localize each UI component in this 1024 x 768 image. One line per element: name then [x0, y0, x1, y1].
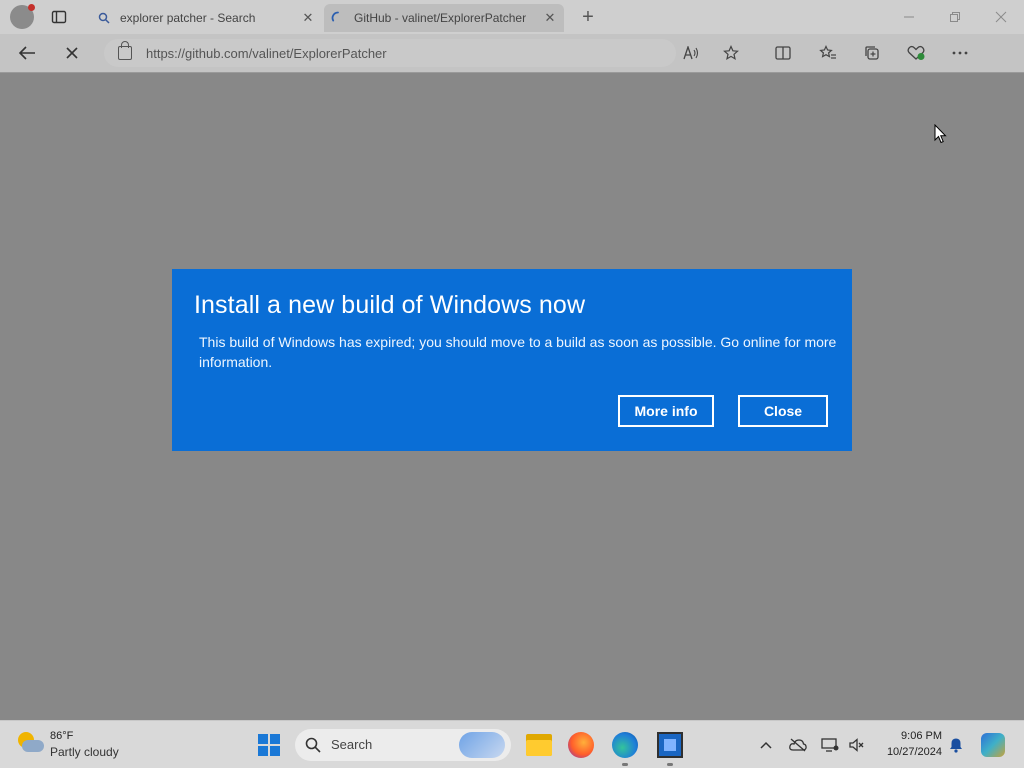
close-button[interactable]: Close	[738, 395, 828, 427]
new-tab-icon[interactable]: +	[578, 6, 598, 28]
stop-loading-icon[interactable]	[61, 43, 83, 63]
favorite-star-icon[interactable]	[721, 43, 741, 63]
search-icon	[305, 737, 321, 753]
tab-github[interactable]: GitHub - valinet/ExplorerPatcher ✕	[324, 4, 564, 32]
taskbar: 86°F Partly cloudy Search 9:06 PM 10/27/…	[0, 720, 1024, 768]
show-hidden-icons-chevron-icon[interactable]	[756, 735, 776, 755]
running-indicator	[667, 763, 673, 766]
more-options-icon[interactable]	[950, 43, 970, 63]
taskbar-search-box[interactable]: Search	[295, 729, 511, 761]
lock-icon[interactable]	[118, 41, 132, 60]
search-highlight-icon	[459, 732, 505, 758]
browser-titlebar: explorer patcher - Search ✕ GitHub - val…	[0, 0, 1024, 34]
close-tab-icon[interactable]: ✕	[542, 10, 558, 26]
minimize-icon[interactable]	[898, 6, 920, 28]
dialog-title: Install a new build of Windows now	[194, 291, 586, 319]
running-indicator	[622, 763, 628, 766]
more-info-button[interactable]: More info	[618, 395, 714, 427]
weather-partly-cloudy-icon[interactable]	[16, 730, 44, 758]
active-app-icon[interactable]	[657, 732, 683, 758]
copilot-icon[interactable]	[981, 733, 1005, 757]
cloud-sync-off-icon[interactable]	[788, 735, 808, 755]
search-icon	[96, 10, 112, 26]
taskbar-search-label: Search	[331, 737, 373, 752]
dialog-message: This build of Windows has expired; you s…	[199, 334, 837, 370]
restore-icon[interactable]	[944, 6, 966, 28]
tab-label: GitHub - valinet/ExplorerPatcher	[354, 11, 526, 25]
divider	[0, 72, 1024, 73]
weather-description[interactable]: Partly cloudy	[50, 745, 119, 759]
firefox-icon[interactable]	[568, 732, 594, 758]
windows-expired-dialog: Install a new build of Windows now This …	[172, 269, 852, 451]
back-arrow-icon[interactable]	[16, 43, 38, 63]
tab-label: explorer patcher - Search	[120, 11, 256, 25]
volume-muted-icon[interactable]	[847, 735, 867, 755]
collections-icon[interactable]	[862, 43, 882, 63]
split-screen-icon[interactable]	[773, 43, 793, 63]
tab-actions-icon[interactable]	[50, 8, 68, 26]
address-bar[interactable]: https://github.com/valinet/ExplorerPatch…	[104, 39, 676, 67]
tab-search[interactable]: explorer patcher - Search ✕	[90, 4, 322, 32]
display-icon[interactable]	[820, 735, 840, 755]
clock-time[interactable]: 9:06 PM	[898, 730, 942, 742]
notification-bell-icon[interactable]	[946, 735, 966, 755]
read-aloud-icon[interactable]	[681, 43, 701, 63]
loading-spinner-icon	[330, 10, 346, 26]
browser-essentials-icon[interactable]	[906, 43, 926, 63]
weather-temperature[interactable]: 86°F	[50, 730, 73, 742]
close-tab-icon[interactable]: ✕	[300, 10, 316, 26]
mouse-cursor-icon	[934, 123, 948, 144]
favorites-icon[interactable]	[818, 43, 838, 63]
clock-date[interactable]: 10/27/2024	[878, 746, 942, 758]
edge-browser-icon[interactable]	[612, 732, 638, 758]
address-url: https://github.com/valinet/ExplorerPatch…	[146, 45, 387, 61]
file-explorer-icon[interactable]	[526, 732, 552, 758]
window-close-icon[interactable]	[990, 6, 1012, 28]
profile-avatar-icon[interactable]	[10, 4, 35, 29]
start-windows-icon[interactable]	[258, 734, 280, 756]
